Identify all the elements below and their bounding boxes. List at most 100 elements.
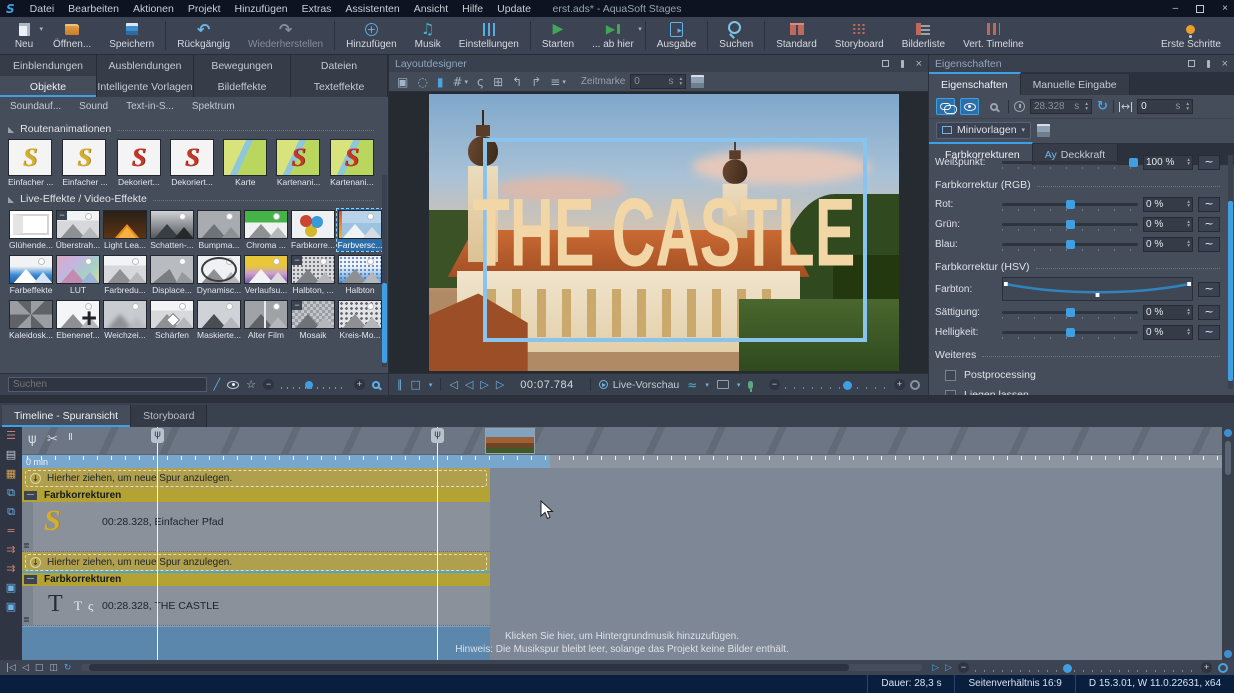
menu-item[interactable]: Update <box>490 3 538 15</box>
effect-item[interactable]: Light Lea... <box>102 209 148 251</box>
slider-track[interactable] <box>1002 203 1138 206</box>
play-small-icon[interactable]: ▷ <box>932 663 939 673</box>
spinner[interactable]: ▴▾ <box>1085 102 1088 111</box>
slider-thumb[interactable] <box>1066 308 1075 317</box>
maximize-icon[interactable] <box>1196 5 1204 13</box>
checkbox[interactable]: Postprocessing <box>945 369 1220 381</box>
effect-item[interactable]: LUT <box>55 254 101 296</box>
razor-tool-icon[interactable]: Ⅱ <box>68 432 73 443</box>
toolbar-separator[interactable]: ▾ <box>707 21 708 50</box>
skip-first-icon[interactable]: |◁ <box>6 663 16 673</box>
clip-the-castle[interactable]: ≣ T T ς 00:28.328, THE CASTLE <box>22 586 490 626</box>
monitor-icon[interactable] <box>717 380 729 389</box>
slider-thumb[interactable] <box>1066 328 1075 337</box>
toolbox-tab[interactable]: Bildeffekte <box>194 76 291 97</box>
effect-item[interactable]: Maskierte... <box>196 299 242 341</box>
spinner[interactable]: ▴▾ <box>1186 102 1189 111</box>
marker-tool-icon[interactable]: ψ <box>28 432 37 447</box>
search-button[interactable]: Suchen ▾ <box>710 17 762 54</box>
save-button[interactable]: Speichern ▾ <box>100 17 163 54</box>
slider-value-input[interactable]: 100 %▴▾ <box>1143 155 1193 170</box>
skip-start-icon[interactable]: ◁ <box>449 378 457 391</box>
zoom-in-icon[interactable]: + <box>894 379 905 390</box>
track-header-farbkorrekturen[interactable]: — Farbkorrekturen <box>22 573 490 586</box>
preview-canvas[interactable]: THE CASTLE <box>389 92 928 373</box>
chevron-down-icon[interactable]: ▾ <box>465 78 469 86</box>
align-list-icon[interactable]: ≡▾ <box>550 75 566 89</box>
add-button[interactable]: + Hinzufügen ▾ <box>337 17 406 54</box>
pause-icon[interactable]: ∥ <box>397 378 403 391</box>
track-header-farbkorrekturen[interactable]: — Farbkorrekturen <box>22 489 490 502</box>
toolbar-separator[interactable]: ▾ <box>645 21 646 50</box>
mixer-track-icon[interactable]: ☰ <box>6 430 16 442</box>
slider-value-input[interactable]: 0 %▴▾ <box>1143 325 1193 340</box>
collapse-icon[interactable]: — <box>24 491 37 500</box>
spinner[interactable]: ▴▾ <box>680 77 683 86</box>
scroll-down-button[interactable] <box>1224 650 1232 658</box>
effect-item[interactable]: Farbkorre... <box>290 209 336 251</box>
toolbox-tab[interactable]: Intelligente Vorlagen <box>97 76 194 97</box>
first-steps-button[interactable]: Erste Schritte <box>1152 17 1230 54</box>
toolbox-tab[interactable]: Texteffekte <box>291 76 388 97</box>
effect-item[interactable]: Dynamisc... <box>196 254 242 296</box>
pin-icon[interactable] <box>901 60 904 68</box>
toolbar-separator[interactable]: ▾ <box>530 21 531 50</box>
undo-button[interactable]: ↶ Rückgängig ▾ <box>168 17 239 54</box>
menu-item[interactable]: Hinzufügen <box>228 3 295 15</box>
spinner[interactable]: ▴▾ <box>1187 240 1190 249</box>
route-animation-item[interactable]: S Kartenani... <box>276 139 320 187</box>
section-header-routes[interactable]: ◣ Routenanimationen <box>8 123 374 135</box>
scrollbar-thumb[interactable] <box>89 664 849 671</box>
frame-select2-icon[interactable]: ▣ <box>6 601 16 613</box>
toolbox-subtab[interactable]: Text-in-S... <box>126 101 174 112</box>
play-icon[interactable]: ▷ <box>496 378 504 391</box>
effect-item[interactable]: Mosaik <box>290 299 336 341</box>
zeitmarke-input[interactable]: 0 s ▴▾ <box>630 74 686 89</box>
collapse-icon[interactable]: — <box>24 575 37 584</box>
zoom-slider[interactable] <box>785 381 889 389</box>
spinner[interactable]: ▴▾ <box>1187 308 1190 317</box>
duplicate-icon[interactable]: ⧉ <box>7 487 15 499</box>
menu-item[interactable]: Datei <box>23 3 62 15</box>
scrollbar-thumb[interactable] <box>382 283 387 363</box>
eye-icon[interactable] <box>227 381 239 389</box>
effect-item[interactable]: Verlaufsu... <box>243 254 289 296</box>
layers-icon[interactable]: ▤ <box>6 449 16 461</box>
toolbox-tab[interactable]: Objekte <box>0 76 97 97</box>
chevron-down-icon[interactable]: ▾ <box>737 381 741 389</box>
route-animation-item[interactable]: S Einfacher ... <box>62 139 107 187</box>
slider-track[interactable] <box>1002 311 1138 314</box>
zoom-in-icon[interactable]: + <box>354 379 365 390</box>
menu-item[interactable]: Extras <box>295 3 339 15</box>
open-button[interactable]: Öffnen... ▾ <box>44 17 100 54</box>
imagelist-view-button[interactable]: Bilderliste ▾ <box>893 17 954 54</box>
effect-item[interactable]: Glühende... <box>8 209 54 251</box>
new-button[interactable]: Neu ▾ <box>4 17 44 54</box>
music-button[interactable]: ♫ Musik ▾ <box>406 17 450 54</box>
timeline-vscrollbar[interactable] <box>1222 427 1234 660</box>
timeline-marker-row[interactable] <box>22 427 1222 455</box>
toolbox-tab[interactable]: Einblendungen <box>0 55 97 76</box>
maximize-panel-icon[interactable] <box>882 60 889 67</box>
chevron-down-icon[interactable]: ▾ <box>705 381 709 389</box>
start-button[interactable]: ▶ Starten ▾ <box>533 17 583 54</box>
effect-item[interactable]: Halbton, ... <box>290 254 336 296</box>
slider-thumb[interactable] <box>1066 220 1075 229</box>
redo-button[interactable]: ↷ Wiederherstellen ▾ <box>239 17 332 54</box>
audio-wave-icon[interactable]: ≈ <box>687 378 697 392</box>
split-view-icon[interactable]: ◫ <box>49 663 58 673</box>
menu-item[interactable]: Assistenten <box>338 3 406 15</box>
slider-value-input[interactable]: 0 %▴▾ <box>1143 217 1193 232</box>
panel-splitter[interactable] <box>0 395 1234 403</box>
pin-icon[interactable] <box>1207 60 1210 68</box>
slider-thumb[interactable] <box>1129 158 1138 167</box>
slider-thumb[interactable] <box>305 381 313 389</box>
timeline-canvas[interactable]: ψ ✂ Ⅱ 0 min ↓Hierher ziehen, um neue Spu… <box>22 427 1222 660</box>
slider-track[interactable] <box>1002 161 1138 164</box>
effect-item[interactable]: Weichzei... <box>102 299 148 341</box>
properties-scrollbar[interactable] <box>1228 155 1233 389</box>
zoom-out-icon[interactable]: − <box>958 662 969 673</box>
curve-button[interactable]: ~ <box>1198 282 1220 297</box>
inspect-button[interactable] <box>984 98 1003 115</box>
toolbox-subtab[interactable]: Spektrum <box>192 101 235 112</box>
